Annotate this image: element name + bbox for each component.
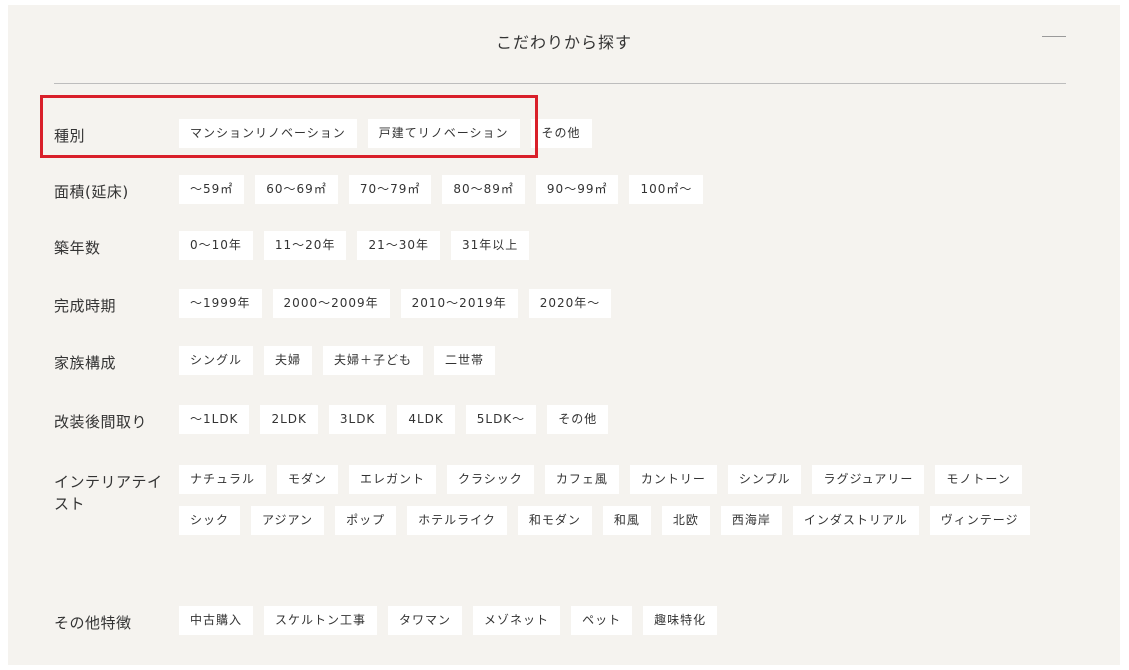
- chip-option[interactable]: 2020年〜: [528, 289, 612, 318]
- panel-title: こだわりから探す: [495, 33, 632, 52]
- chip-option[interactable]: 〜59㎡: [179, 175, 245, 204]
- chip-option[interactable]: 0〜10年: [179, 231, 253, 260]
- chip-option[interactable]: 11〜20年: [263, 231, 347, 260]
- chip-option[interactable]: 北欧: [661, 506, 710, 535]
- chip-option[interactable]: 5LDK〜: [465, 405, 537, 434]
- chip-option[interactable]: エレガント: [349, 465, 437, 494]
- row-label: 完成時期: [54, 297, 117, 315]
- row-label: その他特徴: [54, 614, 132, 632]
- row-label: 面積(延床): [54, 183, 129, 201]
- row-label: 改装後間取り: [54, 413, 148, 431]
- chip-option[interactable]: 二世帯: [434, 346, 496, 375]
- row-label: インテリアテイスト: [54, 473, 163, 513]
- chip-option[interactable]: モノトーン: [935, 465, 1022, 494]
- chip-option[interactable]: 21〜30年: [357, 231, 440, 260]
- row-label: 家族構成: [54, 354, 117, 372]
- chip-option[interactable]: 戸建てリノベーション: [367, 119, 520, 148]
- chip-option[interactable]: ラグジュアリー: [812, 465, 925, 494]
- chip-group: 〜59㎡ 60〜69㎡ 70〜79㎡ 80〜89㎡ 90〜99㎡ 100㎡〜: [179, 175, 1079, 204]
- chip-option[interactable]: 西海岸: [720, 506, 782, 535]
- chip-option[interactable]: 和モダン: [517, 506, 592, 535]
- chip-option[interactable]: 4LDK: [397, 405, 455, 434]
- chip-option[interactable]: ポップ: [335, 506, 397, 535]
- panel-header: こだわりから探す: [8, 5, 1120, 83]
- chip-option[interactable]: 80〜89㎡: [442, 175, 525, 204]
- chip-option[interactable]: 90〜99㎡: [535, 175, 619, 204]
- chip-option[interactable]: マンションリノベーション: [179, 119, 357, 148]
- chip-option[interactable]: その他: [547, 405, 609, 434]
- filter-panel: こだわりから探す 種別 マンションリノベーション 戸建てリノベーション その他 …: [8, 5, 1120, 665]
- chip-option[interactable]: 夫婦＋子ども: [323, 346, 424, 375]
- chip-option[interactable]: その他: [530, 119, 592, 148]
- chip-option[interactable]: 31年以上: [451, 231, 530, 260]
- chip-option[interactable]: インダストリアル: [792, 506, 919, 535]
- chip-option[interactable]: シンプル: [727, 465, 802, 494]
- chip-option[interactable]: ホテルライク: [407, 506, 507, 535]
- chip-option[interactable]: スケルトン工事: [264, 606, 378, 635]
- chip-option[interactable]: 和風: [602, 506, 651, 535]
- chip-option[interactable]: 夫婦: [264, 346, 313, 375]
- chip-option[interactable]: シック: [179, 506, 241, 535]
- chip-group: 0〜10年 11〜20年 21〜30年 31年以上: [179, 231, 1079, 260]
- chip-option[interactable]: 中古購入: [179, 606, 254, 635]
- chip-group: 〜1999年 2000〜2009年 2010〜2019年 2020年〜: [179, 289, 1079, 318]
- chip-option[interactable]: 70〜79㎡: [348, 175, 432, 204]
- chip-option[interactable]: シングル: [179, 346, 254, 375]
- chip-option[interactable]: 3LDK: [328, 405, 387, 434]
- chip-option[interactable]: ペット: [571, 606, 633, 635]
- chip-option[interactable]: 100㎡〜: [629, 175, 704, 204]
- chip-group: 中古購入 スケルトン工事 タワマン メゾネット ペット 趣味特化: [179, 606, 1079, 635]
- chip-option[interactable]: タワマン: [388, 606, 463, 635]
- chip-option[interactable]: カフェ風: [544, 465, 619, 494]
- chip-option[interactable]: 2010〜2019年: [400, 289, 518, 318]
- chip-group: 〜1LDK 2LDK 3LDK 4LDK 5LDK〜 その他: [179, 405, 1079, 434]
- chip-option[interactable]: クラシック: [447, 465, 534, 494]
- chip-option[interactable]: 〜1LDK: [179, 405, 250, 434]
- chip-option[interactable]: アジアン: [251, 506, 325, 535]
- chip-option[interactable]: 2000〜2009年: [272, 289, 390, 318]
- header-divider: [54, 83, 1066, 84]
- chip-option[interactable]: モダン: [277, 465, 339, 494]
- chip-group: ナチュラル モダン エレガント クラシック カフェ風 カントリー シンプル ラグ…: [179, 465, 1079, 535]
- chip-group: シングル 夫婦 夫婦＋子ども 二世帯: [179, 346, 1079, 375]
- chip-option[interactable]: 〜1999年: [179, 289, 262, 318]
- chip-option[interactable]: 2LDK: [260, 405, 318, 434]
- collapse-toggle-button[interactable]: [1042, 21, 1068, 51]
- chip-option[interactable]: カントリー: [629, 465, 717, 494]
- chip-option[interactable]: 60〜69㎡: [255, 175, 338, 204]
- row-label: 種別: [54, 127, 86, 145]
- chip-option[interactable]: 趣味特化: [643, 606, 718, 635]
- row-label: 築年数: [54, 239, 101, 257]
- chip-group: マンションリノベーション 戸建てリノベーション その他: [179, 119, 1079, 148]
- minus-icon: [1042, 36, 1066, 37]
- chip-option[interactable]: メゾネット: [473, 606, 561, 635]
- chip-option[interactable]: ナチュラル: [179, 465, 267, 494]
- chip-option[interactable]: ヴィンテージ: [929, 506, 1030, 535]
